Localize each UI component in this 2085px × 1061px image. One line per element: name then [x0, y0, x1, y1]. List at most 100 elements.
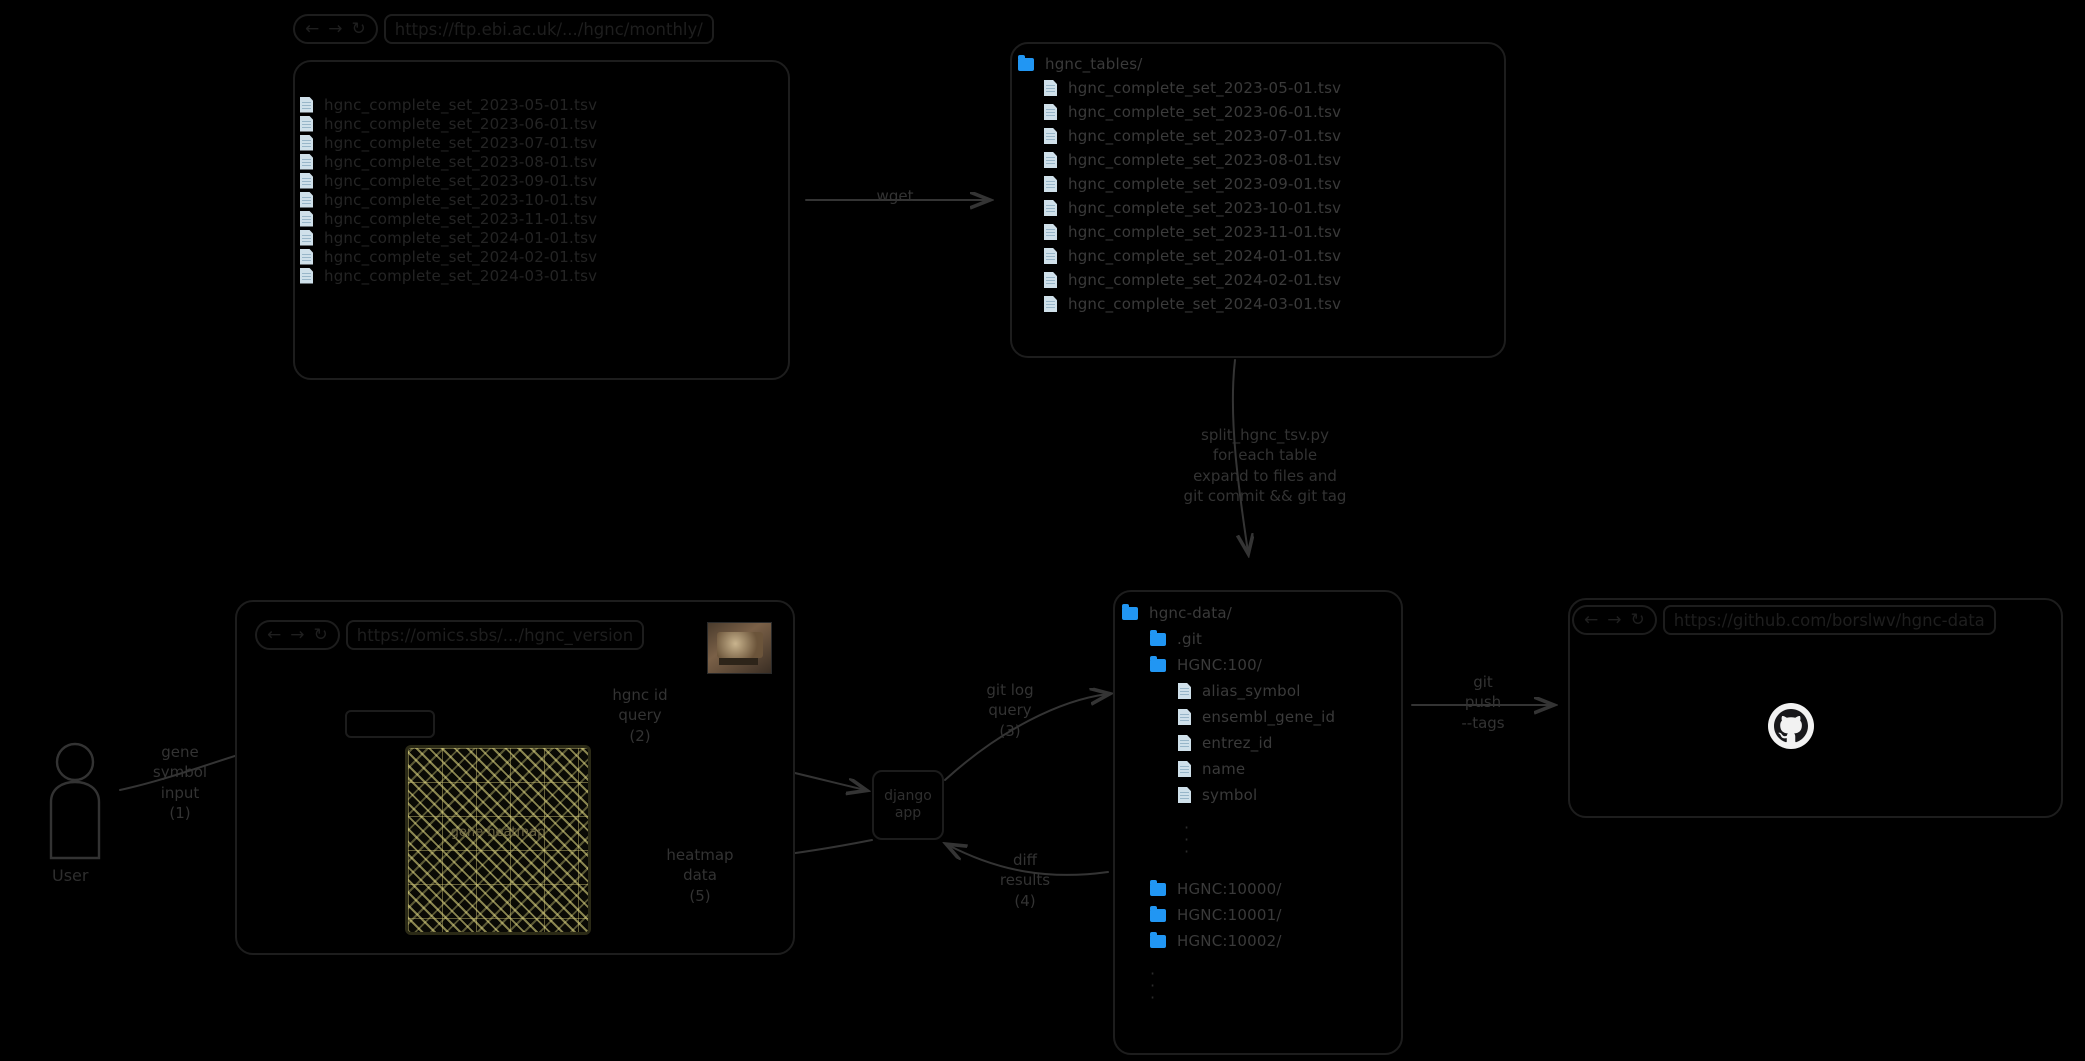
folder-row[interactable]: hgnc-data/: [1122, 600, 1335, 626]
ftp-browser-urlbar[interactable]: ← → ↻ https://ftp.ebi.ac.uk/.../hgnc/mon…: [293, 14, 714, 44]
file-name: hgnc_complete_set_2023-08-01.tsv: [324, 152, 598, 171]
file-name: hgnc_complete_set_2023-07-01.tsv: [1068, 127, 1342, 145]
list-item[interactable]: symbol: [1178, 782, 1335, 808]
gene-dir-name: HGNC:10001/: [1177, 906, 1282, 924]
reload-icon[interactable]: ↻: [314, 625, 328, 645]
file-icon: [1178, 709, 1191, 725]
folder-row[interactable]: HGNC:10001/: [1150, 902, 1335, 928]
edge-label-git-push: git push --tags: [1461, 673, 1505, 732]
gene-heatmap[interactable]: gene heatmap: [405, 745, 591, 935]
list-item[interactable]: hgnc_complete_set_2023-10-01.tsv: [300, 190, 597, 209]
github-url-field[interactable]: https://github.com/borslwv/hgnc-data: [1662, 605, 1996, 635]
omics-url-field[interactable]: https://omics.sbs/.../hgnc_version: [345, 620, 645, 650]
file-name: hgnc_complete_set_2023-07-01.tsv: [324, 133, 598, 152]
list-item[interactable]: hgnc_complete_set_2023-11-01.tsv: [300, 209, 597, 228]
file-icon: [300, 153, 313, 170]
django-app-node[interactable]: django app: [872, 770, 944, 840]
file-name: hgnc_complete_set_2023-05-01.tsv: [324, 95, 598, 114]
list-item[interactable]: hgnc_complete_set_2023-09-01.tsv: [1044, 172, 1341, 196]
list-item[interactable]: hgnc_complete_set_2024-01-01.tsv: [1044, 244, 1341, 268]
list-item[interactable]: hgnc_complete_set_2023-06-01.tsv: [300, 114, 597, 133]
gene-dir-name: HGNC:10002/: [1177, 932, 1282, 950]
folder-row[interactable]: hgnc_tables/: [1018, 52, 1341, 76]
back-icon[interactable]: ←: [305, 19, 319, 39]
page-thumbnail: [707, 622, 772, 674]
reload-icon[interactable]: ↻: [352, 19, 366, 39]
list-item[interactable]: hgnc_complete_set_2024-02-01.tsv: [1044, 268, 1341, 292]
file-icon: [1044, 224, 1057, 240]
forward-icon[interactable]: →: [1607, 610, 1621, 630]
file-icon: [300, 134, 313, 151]
file-name: hgnc_complete_set_2024-01-01.tsv: [324, 228, 598, 247]
list-item[interactable]: hgnc_complete_set_2023-08-01.tsv: [1044, 148, 1341, 172]
list-item[interactable]: name: [1178, 756, 1335, 782]
file-name: name: [1202, 760, 1246, 778]
file-name: hgnc_complete_set_2024-03-01.tsv: [324, 266, 598, 285]
folder-name: hgnc_tables/: [1045, 55, 1143, 73]
file-name: hgnc_complete_set_2024-02-01.tsv: [1068, 271, 1342, 289]
forward-icon[interactable]: →: [328, 19, 342, 39]
back-icon[interactable]: ←: [1584, 610, 1598, 630]
edge-label-wget: wget: [876, 187, 914, 205]
list-item[interactable]: ensembl_gene_id: [1178, 704, 1335, 730]
omics-nav-buttons[interactable]: ← → ↻: [255, 620, 340, 650]
file-icon: [300, 191, 313, 208]
forward-icon[interactable]: →: [290, 625, 304, 645]
list-item[interactable]: hgnc_complete_set_2023-07-01.tsv: [1044, 124, 1341, 148]
file-name: hgnc_complete_set_2024-03-01.tsv: [1068, 295, 1342, 313]
file-icon: [1178, 761, 1191, 777]
list-item[interactable]: hgnc_complete_set_2023-06-01.tsv: [1044, 100, 1341, 124]
file-icon: [1178, 735, 1191, 751]
folder-row[interactable]: .git: [1150, 626, 1335, 652]
github-browser-urlbar[interactable]: ← → ↻ https://github.com/borslwv/hgnc-da…: [1572, 605, 1996, 635]
file-icon: [1044, 128, 1057, 144]
list-item[interactable]: hgnc_complete_set_2023-05-01.tsv: [300, 95, 597, 114]
folder-row[interactable]: HGNC:100/: [1150, 652, 1335, 678]
list-item[interactable]: hgnc_complete_set_2023-10-01.tsv: [1044, 196, 1341, 220]
file-name: hgnc_complete_set_2023-08-01.tsv: [1068, 151, 1342, 169]
list-item[interactable]: hgnc_complete_set_2024-01-01.tsv: [300, 228, 597, 247]
file-icon: [300, 210, 313, 227]
list-item[interactable]: hgnc_complete_set_2024-02-01.tsv: [300, 247, 597, 266]
file-icon: [1178, 683, 1191, 699]
file-name: hgnc_complete_set_2023-09-01.tsv: [324, 171, 598, 190]
file-icon: [300, 115, 313, 132]
folder-icon: [1150, 655, 1166, 672]
list-item[interactable]: hgnc_complete_set_2023-07-01.tsv: [300, 133, 597, 152]
file-icon: [1044, 176, 1057, 192]
folder-icon: [1150, 905, 1166, 922]
tree-ellipsis-lower: · · ·: [1150, 964, 1156, 1007]
file-icon: [1044, 296, 1057, 312]
list-item[interactable]: hgnc_complete_set_2023-08-01.tsv: [300, 152, 597, 171]
folder-row[interactable]: HGNC:10002/: [1150, 928, 1335, 954]
list-item[interactable]: hgnc_complete_set_2023-05-01.tsv: [1044, 76, 1341, 100]
list-item[interactable]: hgnc_complete_set_2024-03-01.tsv: [300, 266, 597, 285]
thumbnail-base: [719, 658, 759, 665]
ftp-url-field[interactable]: https://ftp.ebi.ac.uk/.../hgnc/monthly/: [383, 14, 714, 44]
gene-dir-name: HGNC:100/: [1177, 656, 1263, 674]
list-item[interactable]: hgnc_complete_set_2024-03-01.tsv: [1044, 292, 1341, 316]
folder-row[interactable]: HGNC:10000/: [1150, 876, 1335, 902]
back-icon[interactable]: ←: [267, 625, 281, 645]
edge-label-git-log: git log query (3): [986, 681, 1034, 740]
file-name: entrez_id: [1202, 734, 1273, 752]
user-label: User: [52, 866, 89, 885]
list-item[interactable]: hgnc_complete_set_2023-09-01.tsv: [300, 171, 597, 190]
ftp-nav-buttons[interactable]: ← → ↻: [293, 14, 378, 44]
heatmap-caption: gene heatmap: [450, 825, 546, 841]
file-icon: [300, 96, 313, 113]
list-item[interactable]: hgnc_complete_set_2023-11-01.tsv: [1044, 220, 1341, 244]
file-name: hgnc_complete_set_2023-11-01.tsv: [1068, 223, 1342, 241]
list-item[interactable]: entrez_id: [1178, 730, 1335, 756]
github-nav-buttons[interactable]: ← → ↻: [1572, 605, 1657, 635]
folder-icon: [1150, 629, 1166, 646]
list-item[interactable]: alias_symbol: [1178, 678, 1335, 704]
repo-tree: hgnc-data/ .git HGNC:100/ alias_symbol e…: [1122, 600, 1335, 1007]
omics-browser-urlbar[interactable]: ← → ↻ https://omics.sbs/.../hgnc_version: [255, 620, 645, 650]
reload-icon[interactable]: ↻: [1631, 610, 1645, 630]
gene-search-input[interactable]: [345, 710, 435, 738]
file-name: symbol: [1202, 786, 1258, 804]
tree-ellipsis-upper: · · ·: [1184, 818, 1190, 861]
edge-label-diff: diff results (4): [999, 851, 1051, 910]
file-icon: [1044, 272, 1057, 288]
